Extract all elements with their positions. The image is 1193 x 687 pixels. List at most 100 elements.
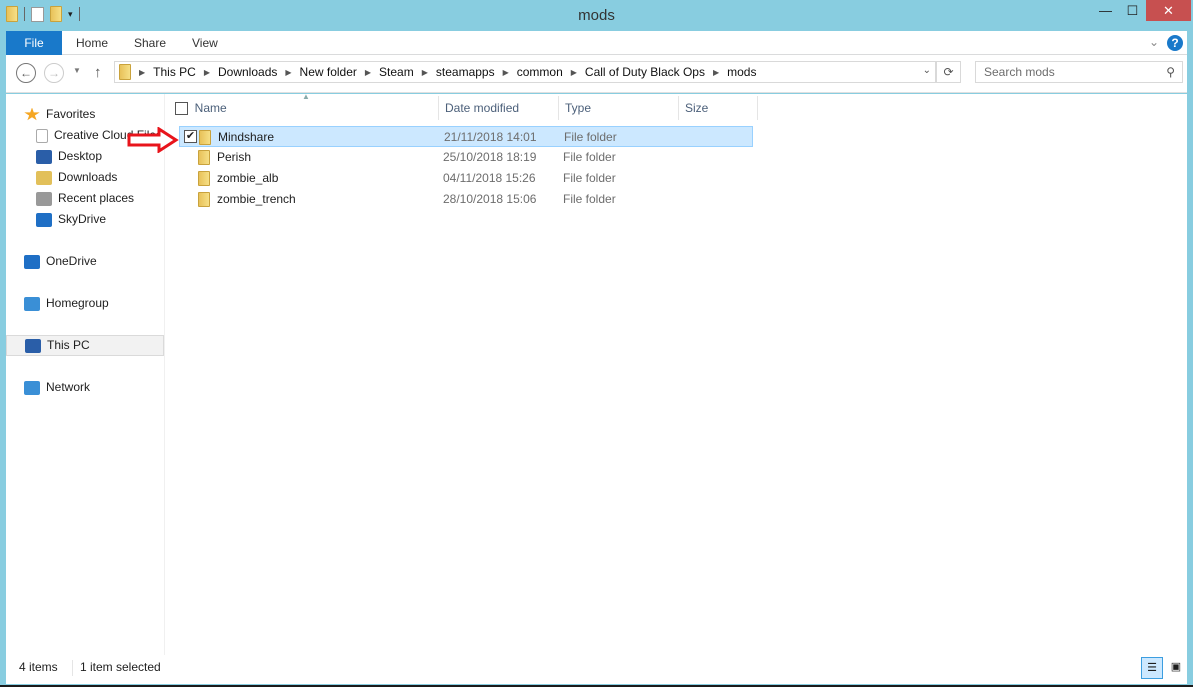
breadcrumb-label: This PC (153, 65, 196, 79)
sidebar-item[interactable]: This PC (6, 335, 164, 356)
file-name: Mindshare (218, 130, 275, 144)
window-title: mods (578, 7, 615, 24)
breadcrumb-item[interactable]: ▶ mods (705, 65, 757, 79)
column-header-date[interactable]: Date modified (439, 96, 559, 120)
file-name: zombie_alb (217, 171, 279, 185)
row-checkbox[interactable]: ✔ (184, 130, 197, 143)
help-button[interactable]: ? (1167, 35, 1183, 51)
chevron-right-icon[interactable]: ▶ (503, 68, 509, 77)
chevron-right-icon[interactable]: ▶ (204, 68, 210, 77)
file-name: zombie_trench (217, 192, 296, 206)
breadcrumb-item[interactable]: ▶ Call of Duty Black Ops (563, 65, 705, 79)
recent-locations-icon[interactable]: ▼ (73, 66, 81, 75)
maximize-button[interactable]: ☐ (1119, 0, 1146, 21)
chevron-right-icon[interactable]: ▶ (422, 68, 428, 77)
file-date: 28/10/2018 15:06 (443, 192, 537, 206)
downloads-icon (36, 170, 52, 185)
tab-share[interactable]: Share (120, 31, 180, 55)
file-row[interactable]: zombie_alb 04/11/2018 15:26 File folder (179, 168, 753, 189)
close-button[interactable]: ✕ (1146, 0, 1191, 21)
file-name: Perish (217, 150, 252, 164)
chevron-right-icon[interactable]: ▶ (139, 68, 145, 77)
address-bar[interactable]: ▶ This PC ▶ Downloads ▶ New folder ▶ Steam ▶ stea… (114, 61, 936, 83)
breadcrumb-item[interactable]: ▶ This PC (131, 65, 196, 79)
red-arrow-annotation (127, 127, 179, 153)
file-row[interactable]: Perish 25/10/2018 18:19 File folder (179, 147, 753, 168)
file-type: File folder (563, 171, 616, 185)
breadcrumb-label: New folder (299, 65, 357, 79)
folder-icon (199, 130, 211, 145)
breadcrumb-label: steamapps (435, 65, 495, 79)
expand-ribbon-icon[interactable]: ⌄ (1149, 35, 1159, 49)
sidebar-item[interactable]: Network (6, 377, 164, 398)
large-icons-view-button[interactable]: ▣ (1165, 657, 1187, 679)
tab-view[interactable]: View (178, 31, 232, 55)
star-icon (24, 107, 40, 121)
tab-file[interactable]: File (6, 31, 62, 55)
folder-icon (198, 150, 210, 165)
breadcrumb-item[interactable]: ▶ common (495, 65, 563, 79)
refresh-button[interactable]: ⟳ (936, 61, 961, 83)
sidebar-item[interactable]: Favorites (6, 104, 164, 125)
sidebar-item[interactable]: Homegroup (6, 293, 164, 314)
column-header-size[interactable]: Size (679, 96, 758, 120)
sidebar-item[interactable]: Downloads (6, 167, 164, 188)
file-type: File folder (564, 130, 617, 144)
pc-icon (25, 338, 41, 353)
file-date: 04/11/2018 15:26 (443, 171, 536, 185)
sidebar-item-label: Recent places (58, 191, 135, 205)
folder-icon (198, 171, 210, 186)
sidebar-item-label: This PC (47, 338, 90, 352)
file-row[interactable]: ✔ Mindshare 21/11/2018 14:01 File folder (179, 126, 753, 147)
column-header-name[interactable]: Name (169, 96, 439, 120)
sidebar-item-label: Homegroup (46, 296, 109, 310)
details-view-button[interactable]: ☰ (1141, 657, 1163, 679)
forward-button[interactable]: → (44, 63, 64, 83)
sidebar-item-label: OneDrive (46, 254, 97, 268)
address-dropdown-icon[interactable]: ⌄ (923, 65, 931, 76)
sidebar-item-label: SkyDrive (58, 212, 107, 226)
file-type: File folder (563, 150, 616, 164)
sidebar-item-label: Network (46, 380, 91, 394)
up-button[interactable]: ↑ (94, 64, 102, 81)
file-date: 21/11/2018 14:01 (444, 130, 537, 144)
explorer-window: ▾ mods — ☐ ✕ File Home Share View ⌄ ? ← … (0, 0, 1193, 685)
sidebar-item[interactable]: OneDrive (6, 251, 164, 272)
breadcrumb-item[interactable]: ▶ Steam (357, 65, 414, 79)
column-header-type[interactable]: Type (559, 96, 679, 120)
select-all-checkbox[interactable] (175, 102, 188, 116)
chevron-right-icon[interactable]: ▶ (571, 68, 577, 77)
network-icon (24, 380, 40, 395)
breadcrumb-label: Call of Duty Black Ops (584, 65, 705, 79)
chevron-right-icon[interactable]: ▶ (365, 68, 371, 77)
file-row[interactable]: zombie_trench 28/10/2018 15:06 File folder (179, 189, 753, 210)
ribbon: File Home Share View ⌄ ? (6, 31, 1187, 55)
search-icon[interactable]: ⚲ (1166, 62, 1175, 82)
sidebar-item[interactable]: Recent places (6, 188, 164, 209)
search-input[interactable]: Search mods ⚲ (975, 61, 1183, 83)
recent-icon (36, 191, 52, 206)
minimize-button[interactable]: — (1092, 0, 1119, 21)
status-bar: 4 items 1 item selected ☰ ▣ (6, 655, 1187, 684)
sidebar-item-label: Downloads (58, 170, 118, 184)
tab-home[interactable]: Home (62, 31, 122, 55)
homegroup-icon (24, 296, 40, 311)
breadcrumb-label: Steam (379, 65, 414, 79)
breadcrumb-item[interactable]: ▶ steamapps (414, 65, 495, 79)
chevron-right-icon[interactable]: ▶ (713, 68, 719, 77)
file-type: File folder (563, 192, 616, 206)
back-button[interactable]: ← (16, 63, 36, 83)
cloud-icon (24, 254, 40, 269)
file-date: 25/10/2018 18:19 (443, 150, 537, 164)
title-bar: ▾ mods — ☐ ✕ (0, 0, 1193, 31)
column-label: Name (194, 101, 227, 115)
breadcrumb-item[interactable]: ▶ Downloads (196, 65, 278, 79)
content-area: Favorites Creative Cloud Files Desktop Down… (6, 92, 1187, 655)
desktop-icon (36, 149, 52, 164)
breadcrumb-label: mods (727, 65, 757, 79)
item-count: 4 items (19, 660, 58, 674)
sidebar-item[interactable]: SkyDrive (6, 209, 164, 230)
selection-count: 1 item selected (80, 660, 161, 674)
chevron-right-icon[interactable]: ▶ (285, 68, 291, 77)
breadcrumb-item[interactable]: ▶ New folder (277, 65, 357, 79)
